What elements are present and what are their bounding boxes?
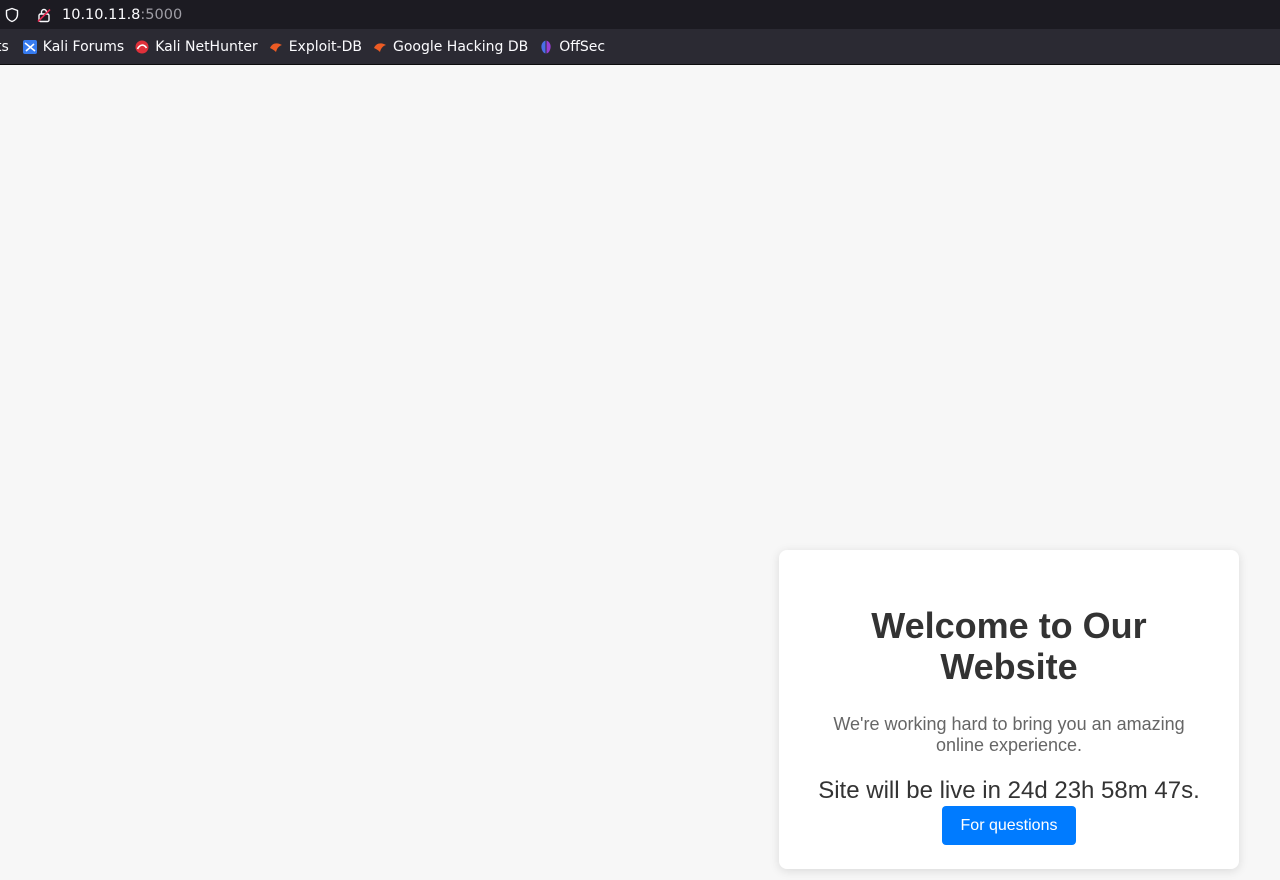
page-viewport: Welcome to Our Website We're working har… — [0, 65, 1280, 880]
bookmark-label: Kali NetHunter — [155, 38, 258, 55]
bookmark-exploit-db[interactable]: Exploit-DB — [263, 35, 367, 59]
bookmark-kali-nethunter[interactable]: Kali NetHunter — [129, 35, 262, 59]
bookmark-partial-label[interactable]: ts — [0, 39, 9, 55]
countdown-text: Site will be live in 24d 23h 58m 47s. — [818, 777, 1200, 804]
bookmark-label: Google Hacking DB — [392, 38, 529, 55]
kali-forums-icon — [22, 39, 38, 55]
kali-nethunter-icon — [134, 39, 150, 55]
bookmark-label: OffSec — [559, 38, 606, 55]
url-host: 10.10.11.8 — [62, 6, 141, 23]
bookmark-google-hacking-db[interactable]: Google Hacking DB — [367, 35, 533, 59]
offsec-icon — [538, 39, 554, 55]
page-title: Welcome to Our Website — [871, 605, 1147, 687]
bookmark-offsec[interactable]: OffSec — [533, 35, 610, 59]
questions-button[interactable]: For questions — [941, 806, 1077, 845]
url-port: :5000 — [140, 6, 183, 23]
bookmarks-toolbar: ts Kali Forums Kali NetHunter Exploit-DB — [0, 29, 1280, 65]
url-bar[interactable]: 10.10.11.8:5000 — [0, 0, 1280, 29]
bookmark-label: Exploit-DB — [288, 38, 362, 55]
welcome-card: Welcome to Our Website We're working har… — [779, 550, 1239, 869]
url-text[interactable]: 10.10.11.8:5000 — [62, 7, 182, 23]
insecure-lock-icon[interactable] — [36, 7, 52, 23]
bookmark-kali-forums[interactable]: Kali Forums — [17, 35, 129, 59]
google-hacking-db-icon — [372, 39, 388, 55]
bookmark-label: Kali Forums — [42, 38, 125, 55]
shield-icon[interactable] — [4, 7, 20, 23]
subtitle-text: We're working hard to bring you an amazi… — [833, 714, 1185, 755]
exploit-db-icon — [268, 39, 284, 55]
